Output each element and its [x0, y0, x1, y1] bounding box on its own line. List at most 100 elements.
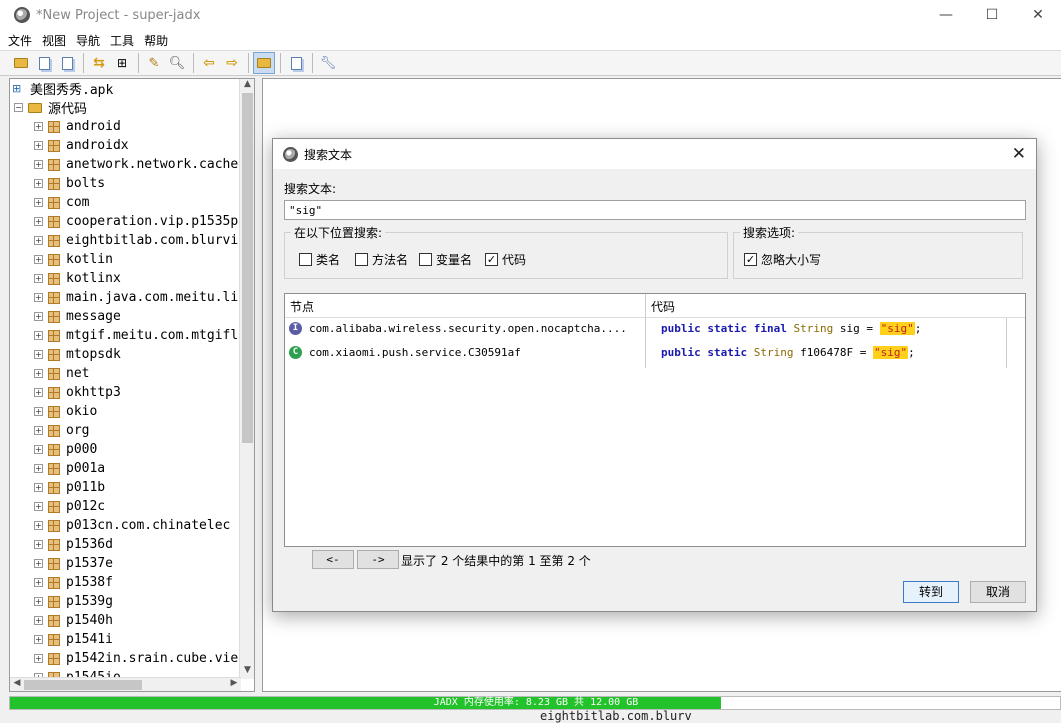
tree-package-item[interactable]: + kotlinx: [34, 269, 121, 288]
expand-icon[interactable]: +: [34, 331, 43, 340]
collapse-icon[interactable]: −: [14, 103, 23, 112]
expand-icon[interactable]: +: [34, 141, 43, 150]
tree-package-item[interactable]: + p1537e: [34, 554, 113, 573]
save-all-icon[interactable]: [56, 52, 78, 74]
tree-package-item[interactable]: + bolts: [34, 174, 105, 193]
sync-tree-icon[interactable]: ⇆: [88, 52, 110, 74]
menu-help[interactable]: 帮助: [144, 32, 168, 49]
goto-button[interactable]: 转到: [903, 581, 959, 603]
tree-package-item[interactable]: + androidx: [34, 136, 129, 155]
tree-package-item[interactable]: + android: [34, 117, 121, 136]
menu-file[interactable]: 文件: [8, 32, 32, 49]
expand-icon[interactable]: +: [34, 578, 43, 587]
node-column-header[interactable]: 节点: [290, 298, 314, 315]
tree-package-item[interactable]: + p1536d: [34, 535, 113, 554]
expand-icon[interactable]: +: [34, 521, 43, 530]
prev-page-button[interactable]: <-: [312, 550, 354, 569]
tree-package-item[interactable]: + p1538f: [34, 573, 113, 592]
tree-package-item[interactable]: + p1542in.srain.cube.vie: [34, 649, 238, 668]
expand-icon[interactable]: +: [34, 616, 43, 625]
tree-vertical-scrollbar[interactable]: ▲ ▼: [239, 79, 254, 679]
expand-icon[interactable]: +: [34, 369, 43, 378]
table-row[interactable]: C com.xiaomi.push.service.C30591af publi…: [285, 342, 1007, 366]
expand-icon[interactable]: +: [34, 217, 43, 226]
expand-icon[interactable]: +: [34, 388, 43, 397]
text-search-icon[interactable]: ✎: [143, 52, 165, 74]
scroll-right-icon[interactable]: ▶: [227, 678, 241, 691]
expand-icon[interactable]: +: [34, 350, 43, 359]
tree-package-item[interactable]: + p013cn.com.chinatelec: [34, 516, 230, 535]
tree-package-item[interactable]: + p1539g: [34, 592, 113, 611]
results-table[interactable]: 节点 代码 I com.alibaba.wireless.security.op…: [284, 293, 1026, 547]
scroll-thumb[interactable]: [242, 93, 253, 443]
menu-navigate[interactable]: 导航: [76, 32, 100, 49]
tree-package-item[interactable]: + p000: [34, 440, 97, 459]
tree-package-item[interactable]: + anetwork.network.cache: [34, 155, 238, 174]
tree-package-item[interactable]: + p1541i: [34, 630, 113, 649]
expand-icon[interactable]: +: [34, 540, 43, 549]
tree-package-item[interactable]: + p1540h: [34, 611, 113, 630]
flatten-packages-icon[interactable]: ⊞: [111, 52, 133, 74]
class-name-checkbox[interactable]: 类名: [299, 251, 340, 268]
tree-horizontal-scrollbar[interactable]: ◀ ▶: [10, 677, 241, 691]
menu-view[interactable]: 视图: [42, 32, 66, 49]
table-row[interactable]: I com.alibaba.wireless.security.open.noc…: [285, 318, 1007, 342]
code-column-header[interactable]: 代码: [651, 298, 675, 315]
cancel-button[interactable]: 取消: [970, 581, 1026, 603]
scroll-up-icon[interactable]: ▲: [240, 79, 254, 93]
checkbox-box[interactable]: [419, 253, 432, 266]
code-checkbox[interactable]: ✓ 代码: [485, 251, 526, 268]
tree-package-item[interactable]: + okio: [34, 402, 97, 421]
expand-icon[interactable]: +: [34, 312, 43, 321]
method-name-checkbox[interactable]: 方法名: [355, 251, 408, 268]
expand-icon[interactable]: +: [34, 198, 43, 207]
ignore-case-checkbox[interactable]: ✓ 忽略大小写: [744, 251, 821, 268]
log-viewer-icon[interactable]: [285, 52, 307, 74]
add-files-icon[interactable]: [33, 52, 55, 74]
forward-arrow-icon[interactable]: ⇨: [221, 52, 243, 74]
tree-package-item[interactable]: + kotlin: [34, 250, 113, 269]
expand-icon[interactable]: +: [34, 236, 43, 245]
tree-package-item[interactable]: + mtopsdk: [34, 345, 121, 364]
expand-icon[interactable]: +: [34, 274, 43, 283]
tree-source-node[interactable]: − 源代码: [14, 98, 87, 117]
expand-icon[interactable]: +: [34, 654, 43, 663]
preferences-wrench-icon[interactable]: 🔧︎: [317, 52, 339, 74]
checkbox-box[interactable]: ✓: [744, 253, 757, 266]
expand-icon[interactable]: +: [34, 597, 43, 606]
tree-package-item[interactable]: + p001a: [34, 459, 105, 478]
next-page-button[interactable]: ->: [357, 550, 399, 569]
expand-icon[interactable]: +: [34, 160, 43, 169]
expand-icon[interactable]: +: [34, 426, 43, 435]
expand-icon[interactable]: +: [34, 464, 43, 473]
scroll-left-icon[interactable]: ◀: [10, 678, 24, 691]
expand-icon[interactable]: +: [34, 559, 43, 568]
tree-package-item[interactable]: + cooperation.vip.p1535p: [34, 212, 238, 231]
expand-icon[interactable]: +: [34, 122, 43, 131]
close-icon[interactable]: ✕: [1012, 144, 1026, 164]
expand-icon[interactable]: +: [34, 635, 43, 644]
expand-icon[interactable]: +: [34, 179, 43, 188]
class-search-icon[interactable]: 🔍︎: [166, 52, 188, 74]
checkbox-box[interactable]: [355, 253, 368, 266]
menu-tools[interactable]: 工具: [110, 32, 134, 49]
expand-icon[interactable]: +: [34, 483, 43, 492]
expand-icon[interactable]: +: [34, 502, 43, 511]
expand-icon[interactable]: +: [34, 293, 43, 302]
checkbox-box[interactable]: ✓: [485, 253, 498, 266]
field-name-checkbox[interactable]: 变量名: [419, 251, 472, 268]
tree-package-item[interactable]: + mtgif.meitu.com.mtgifl: [34, 326, 238, 345]
project-tree[interactable]: ⊞ 美图秀秀.apk − 源代码 + android + androidx + anetw…: [9, 78, 255, 692]
minimize-button[interactable]: —: [923, 0, 969, 30]
hscroll-thumb[interactable]: [24, 680, 142, 690]
tree-package-item[interactable]: + okhttp3: [34, 383, 121, 402]
close-window-button[interactable]: ✕: [1015, 0, 1061, 30]
expand-icon[interactable]: +: [34, 445, 43, 454]
back-arrow-icon[interactable]: ⇦: [198, 52, 220, 74]
deobfuscation-icon[interactable]: [253, 52, 275, 74]
tree-package-item[interactable]: + com: [34, 193, 89, 212]
tree-package-item[interactable]: + p012c: [34, 497, 105, 516]
open-file-icon[interactable]: [10, 52, 32, 74]
tree-package-item[interactable]: + org: [34, 421, 89, 440]
tree-package-item[interactable]: + net: [34, 364, 89, 383]
